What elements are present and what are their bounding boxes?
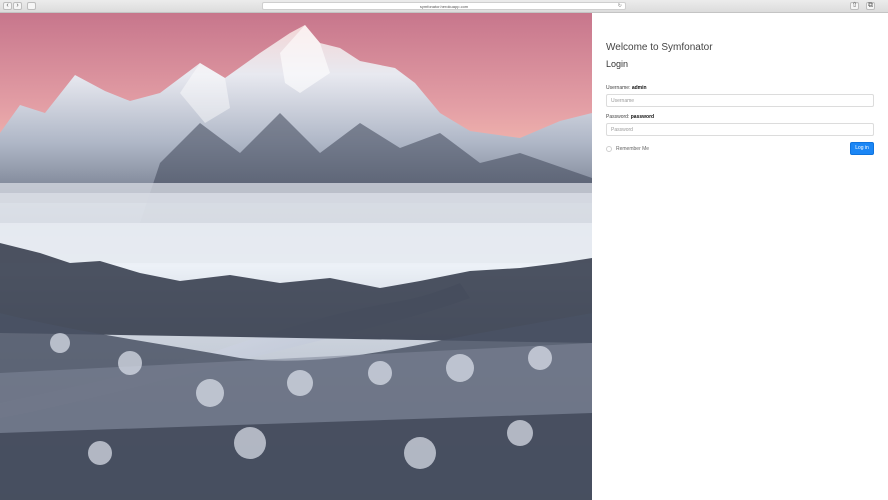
reload-icon[interactable]: ↻ bbox=[618, 3, 622, 10]
login-panel: Welcome to Symfonator Login Username: ad… bbox=[592, 13, 888, 500]
address-bar[interactable]: symfonator.herokuapp.com ↻ bbox=[262, 2, 626, 10]
sidebar-icon[interactable] bbox=[27, 2, 36, 10]
password-label-text: Password: bbox=[606, 114, 630, 120]
login-button[interactable]: Log in bbox=[850, 142, 874, 155]
tabs-icon[interactable]: ⧉ bbox=[866, 2, 875, 10]
remember-me-label[interactable]: Remember Me bbox=[616, 146, 649, 152]
password-input[interactable] bbox=[606, 123, 874, 136]
password-hint: password bbox=[630, 114, 655, 120]
remember-me-checkbox[interactable] bbox=[606, 146, 612, 152]
share-icon[interactable]: ⇧ bbox=[850, 2, 859, 10]
password-label: Password: password bbox=[606, 114, 654, 120]
mountain-landscape-illustration bbox=[0, 25, 592, 500]
username-label-text: Username: bbox=[606, 85, 631, 91]
url-text: symfonator.herokuapp.com bbox=[419, 4, 469, 9]
back-icon[interactable]: ‹ bbox=[3, 2, 12, 10]
browser-toolbar: ‹ › symfonator.herokuapp.com ↻ ⇧ ⧉ bbox=[0, 0, 888, 13]
welcome-heading: Welcome to Symfonator bbox=[606, 42, 713, 53]
background-image bbox=[0, 13, 592, 500]
forward-icon[interactable]: › bbox=[13, 2, 22, 10]
username-input[interactable] bbox=[606, 94, 874, 107]
username-label: Username: admin bbox=[606, 85, 647, 91]
username-hint: admin bbox=[631, 85, 647, 91]
login-heading: Login bbox=[606, 59, 629, 69]
